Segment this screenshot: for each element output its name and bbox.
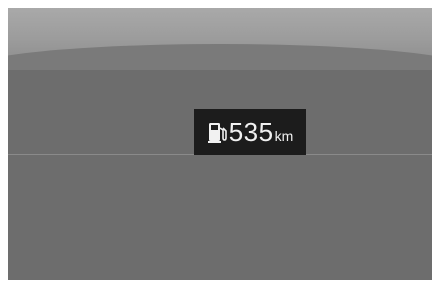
fuel-range-value: 535	[228, 117, 274, 147]
fuel-range-indicator: 535 km	[194, 109, 306, 155]
instrument-display: 535 km	[8, 8, 432, 280]
fuel-range-unit: km	[274, 128, 294, 144]
display-lower-area	[8, 70, 432, 280]
fuel-pump-icon	[207, 123, 227, 143]
